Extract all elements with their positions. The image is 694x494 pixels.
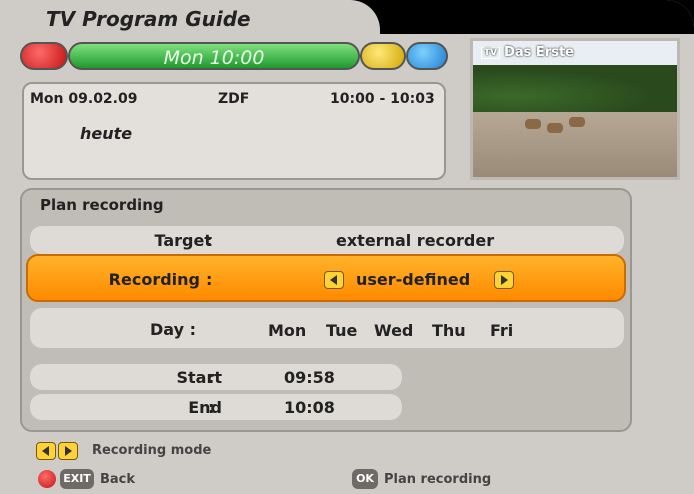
- start-label: Start: [176, 368, 222, 387]
- end-label: End: [188, 398, 222, 417]
- event-title: heute: [80, 124, 133, 143]
- target-label: Target: [154, 231, 213, 250]
- preview-animal: [547, 123, 563, 133]
- recording-value: user-defined: [356, 270, 471, 289]
- legend-plan-recording: Plan recording: [384, 472, 492, 487]
- event-time: 10:00 - 10:03: [330, 91, 435, 107]
- end-row[interactable]: End : 10:08: [30, 394, 402, 420]
- day-wed[interactable]: Wed: [374, 321, 413, 340]
- time-label: Mon 10:00: [163, 47, 265, 69]
- target-sep: :: [206, 231, 213, 250]
- arrow-left-icon[interactable]: [324, 271, 344, 289]
- tv-preview: TV Das Erste: [470, 38, 680, 180]
- preview-animal: [525, 119, 541, 129]
- yellow-button[interactable]: [360, 42, 406, 70]
- exit-key: EXIT: [60, 469, 94, 489]
- title-bar: TV Program Guide: [0, 0, 694, 34]
- day-tue[interactable]: Tue: [326, 321, 357, 340]
- start-row[interactable]: Start : 09:58: [30, 364, 402, 390]
- red-key-icon: [38, 470, 56, 488]
- day-thu[interactable]: Thu: [432, 321, 466, 340]
- red-button[interactable]: [20, 42, 68, 70]
- day-label: Day :: [150, 320, 196, 339]
- green-time-button[interactable]: Mon 10:00: [68, 42, 360, 70]
- right-key-icon: [58, 442, 78, 460]
- recording-label: Recording: [108, 270, 200, 289]
- recording-sep: :: [206, 270, 213, 289]
- start-sep: :: [208, 368, 215, 387]
- arrow-right-icon[interactable]: [494, 271, 514, 289]
- tv-icon: TV: [481, 46, 501, 59]
- preview-channel-label: TV Das Erste: [481, 45, 574, 60]
- recording-row[interactable]: Recording : user-defined: [26, 254, 626, 302]
- page-title: TV Program Guide: [46, 7, 251, 31]
- ok-key: OK: [352, 469, 378, 489]
- left-key-icon: [36, 442, 56, 460]
- event-date: Mon 09.02.09: [30, 91, 138, 107]
- plan-title: Plan recording: [40, 196, 164, 214]
- title-tab: TV Program Guide: [0, 0, 380, 34]
- target-value: external recorder: [336, 231, 495, 250]
- day-fri[interactable]: Fri: [490, 321, 513, 340]
- event-channel: ZDF: [218, 91, 250, 107]
- event-info-box: Mon 09.02.09 ZDF 10:00 - 10:03 heute: [22, 82, 446, 180]
- start-value: 09:58: [284, 368, 335, 387]
- preview-animal: [569, 117, 585, 127]
- target-row[interactable]: Target : external recorder: [30, 226, 624, 254]
- tv-guide-screen: TV Program Guide Mon 10:00 Mon 09.02.09 …: [0, 0, 694, 494]
- blue-button[interactable]: [406, 42, 448, 70]
- legend-recording-mode: Recording mode: [92, 443, 212, 458]
- preview-trees: [473, 65, 677, 118]
- end-sep: :: [208, 398, 215, 417]
- preview-channel-name: Das Erste: [504, 45, 574, 60]
- legend-back: Back: [100, 472, 136, 487]
- end-value: 10:08: [284, 398, 335, 417]
- day-mon[interactable]: Mon: [268, 321, 306, 340]
